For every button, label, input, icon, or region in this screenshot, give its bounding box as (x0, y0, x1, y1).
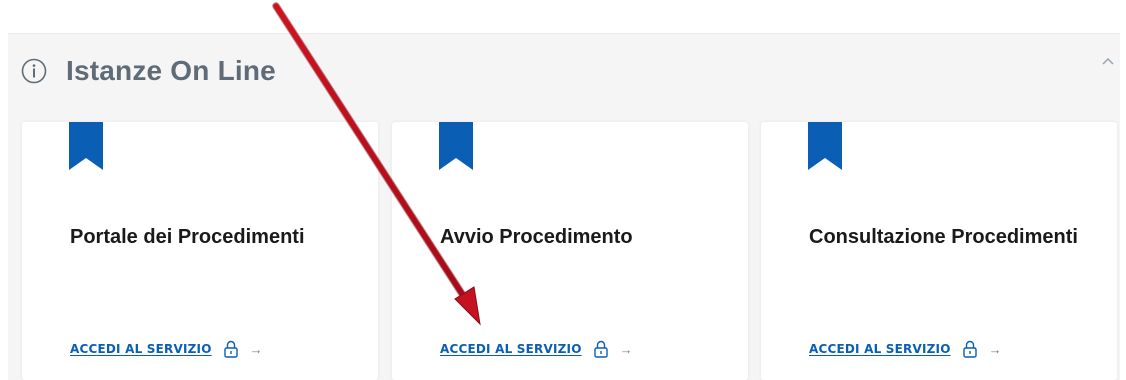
bookmark-icon (69, 122, 103, 170)
lock-icon (593, 340, 608, 358)
arrow-right-icon: → (619, 341, 633, 357)
accedi-al-servizio-link[interactable]: ACCEDI AL SERVIZIO → (809, 340, 1002, 358)
section-title: Istanze On Line (66, 55, 276, 86)
arrow-right-icon: → (988, 341, 1002, 357)
lock-icon (223, 340, 238, 358)
accedi-al-servizio-link[interactable]: ACCEDI AL SERVIZIO → (70, 340, 263, 358)
service-card-portale: Portale dei Procedimenti ACCEDI AL SERVI… (22, 122, 378, 380)
link-label[interactable]: ACCEDI AL SERVIZIO (70, 342, 212, 356)
card-title: Consultazione Procedimenti (809, 226, 1078, 248)
bookmark-icon (439, 122, 473, 170)
accedi-al-servizio-link[interactable]: ACCEDI AL SERVIZIO → (440, 340, 633, 358)
section-header[interactable]: Istanze On Line (8, 54, 276, 88)
link-label[interactable]: ACCEDI AL SERVIZIO (809, 342, 951, 356)
chevron-up-icon[interactable] (1100, 54, 1116, 70)
service-card-avvio: Avvio Procedimento ACCEDI AL SERVIZIO → (392, 122, 748, 380)
bookmark-icon (808, 122, 842, 170)
arrow-right-icon: → (249, 341, 263, 357)
link-label[interactable]: ACCEDI AL SERVIZIO (440, 342, 582, 356)
lock-icon (962, 340, 977, 358)
service-card-consultazione: Consultazione Procedimenti ACCEDI AL SER… (761, 122, 1117, 380)
card-title: Portale dei Procedimenti (70, 226, 305, 248)
card-title: Avvio Procedimento (440, 226, 633, 248)
info-icon (19, 56, 49, 86)
